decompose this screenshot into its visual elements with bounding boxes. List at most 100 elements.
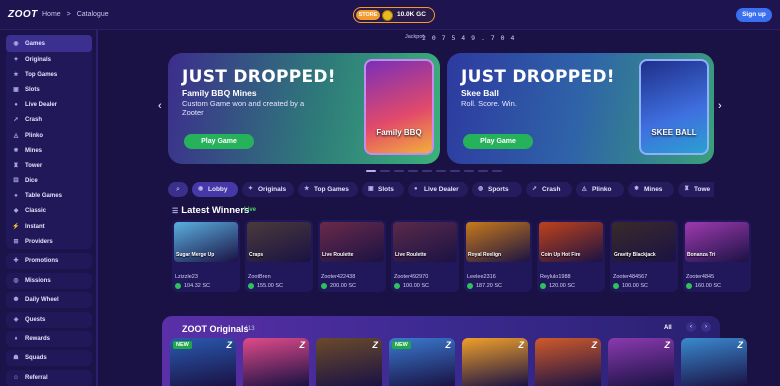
- banner-title: JUST DROPPED!: [461, 67, 615, 87]
- winner-card[interactable]: Craps ZootBren 155.00 SC: [245, 220, 313, 292]
- sign-up-button[interactable]: Sign up: [736, 8, 772, 22]
- sidebar-item-live-dealer[interactable]: ● Live Dealer: [6, 98, 92, 113]
- carousel-dot[interactable]: [394, 170, 404, 172]
- winner-card[interactable]: Royal Reelign Leelee2316 187.20 SC: [464, 220, 532, 292]
- tab-mines[interactable]: ✸ Mines: [628, 182, 674, 197]
- play-game-button[interactable]: Play Game: [184, 134, 254, 149]
- tab-top-games[interactable]: ★ Top Games: [298, 182, 358, 197]
- sidebar-item-rewards[interactable]: ♦ Rewards: [6, 331, 92, 347]
- winner-card[interactable]: Bonanza Tri Zooter4845 160.00 SC: [683, 220, 751, 292]
- sidebar-item-dice[interactable]: ⚄ Dice: [6, 174, 92, 189]
- sidebar-item-classic[interactable]: ◆ Classic: [6, 204, 92, 219]
- winner-game-name: Royal Reelign: [468, 252, 502, 258]
- store-button[interactable]: STORE: [356, 10, 380, 20]
- squad-icon: ☗: [13, 355, 19, 361]
- trophy-icon: ☰: [172, 208, 179, 215]
- tab-slots[interactable]: ▣ Slots: [362, 182, 404, 197]
- sidebar-item-label: Top Games: [25, 71, 58, 78]
- originals-all-link[interactable]: All: [664, 325, 672, 331]
- winner-card[interactable]: Sugar Merge Up Lzizzle23 104.32 SC: [172, 220, 240, 292]
- original-game-card[interactable]: Z: [535, 338, 601, 386]
- sidebar-item-tower[interactable]: ♜ Tower: [6, 158, 92, 173]
- sidebar-item-promotions[interactable]: ✚ Promotions: [6, 253, 92, 269]
- tower-icon: ♜: [13, 162, 19, 169]
- winner-username: Lzizzle23: [175, 274, 198, 280]
- jackpot-value: 2 0 7 5 4 9 . 7 0 4: [422, 34, 516, 42]
- tab-lobby[interactable]: ◉ Lobby: [192, 182, 238, 197]
- sidebar-item-plinko[interactable]: ◬ Plinko: [6, 128, 92, 143]
- winner-card[interactable]: Live Roulette Zooter422438 200.00 SC: [318, 220, 386, 292]
- sidebar-item-daily-wheel[interactable]: ✺ Daily Wheel: [6, 292, 92, 308]
- classic-icon: ◆: [13, 208, 19, 215]
- sidebar-item-label: Dice: [25, 178, 38, 185]
- zoot-icon: Z: [445, 340, 452, 350]
- promo-banner-family-bbq[interactable]: JUST DROPPED! Family BBQ Mines Custom Ga…: [168, 53, 440, 164]
- play-game-button[interactable]: Play Game: [463, 134, 533, 149]
- carousel-dot[interactable]: [492, 170, 502, 172]
- sidebar-item-slots[interactable]: ▣ Slots: [6, 82, 92, 97]
- carousel-dot[interactable]: [464, 170, 474, 172]
- winner-card[interactable]: Live Roulette Zooter492970 100.00 SC: [391, 220, 459, 292]
- carousel-dot[interactable]: [450, 170, 460, 172]
- tab-label: Originals: [258, 186, 287, 193]
- sidebar-item-crash[interactable]: ➚ Crash: [6, 113, 92, 128]
- winner-username: Leelee2316: [467, 274, 496, 280]
- carousel-dot[interactable]: [408, 170, 418, 172]
- carousel-dot[interactable]: [478, 170, 488, 172]
- tab-label: Sports: [488, 186, 509, 193]
- sweep-coin-icon: [613, 283, 619, 289]
- tab-label: Towe: [694, 186, 711, 193]
- originals-prev-button[interactable]: ‹: [686, 322, 696, 332]
- tab-live-dealer[interactable]: ● Live Dealer: [408, 182, 468, 197]
- zoot-icon: Z: [226, 340, 233, 350]
- zoot-icon: Z: [518, 340, 525, 350]
- sidebar-item-providers[interactable]: ⊞ Providers: [6, 234, 92, 249]
- sidebar-item-games[interactable]: ◉ Games: [6, 35, 92, 52]
- original-game-card[interactable]: Z: [462, 338, 528, 386]
- search-icon[interactable]: ⌕: [168, 182, 188, 197]
- carousel-dot[interactable]: [380, 170, 390, 172]
- original-game-card[interactable]: Z NEW: [170, 338, 236, 386]
- carousel-dot[interactable]: [422, 170, 432, 172]
- winner-amount: 100.00 SC: [403, 283, 429, 289]
- rocket-icon: ➚: [532, 186, 538, 192]
- tab-sports[interactable]: ◍ Sports: [472, 182, 522, 197]
- sidebar-item-squads[interactable]: ☗ Squads: [6, 350, 92, 366]
- original-game-card[interactable]: Z: [608, 338, 674, 386]
- sidebar-item-missions[interactable]: ◎ Missions: [6, 273, 92, 289]
- sidebar-item-top-games[interactable]: ★ Top Games: [6, 67, 92, 82]
- tab-tower[interactable]: ♜ Towe: [678, 182, 714, 197]
- mine-icon: ✸: [634, 186, 640, 192]
- star-icon: ★: [13, 71, 19, 78]
- originals-next-button[interactable]: ›: [701, 322, 711, 332]
- zoot-icon: Z: [372, 340, 379, 350]
- sidebar-item-referral[interactable]: ☺ Referral: [6, 370, 92, 386]
- gift-icon: ✚: [13, 258, 19, 264]
- carousel-dot[interactable]: [436, 170, 446, 172]
- site-logo[interactable]: ZOOT: [8, 9, 38, 20]
- original-game-card[interactable]: Z NEW: [389, 338, 455, 386]
- original-game-card[interactable]: Z: [243, 338, 309, 386]
- carousel-dot[interactable]: [366, 170, 376, 172]
- new-badge: NEW: [173, 341, 192, 349]
- carousel-next-button[interactable]: ›: [718, 100, 722, 112]
- original-game-card[interactable]: Z: [316, 338, 382, 386]
- original-game-card[interactable]: Z: [681, 338, 747, 386]
- sweep-coin-icon: [467, 283, 473, 289]
- sidebar-item-originals[interactable]: ✦ Originals: [6, 52, 92, 67]
- sidebar-item-quests[interactable]: ◈ Quests: [6, 312, 92, 328]
- winner-card[interactable]: Coin Up Hot Fire Reylulo1988 120.00 SC: [537, 220, 605, 292]
- tab-originals[interactable]: ✦ Originals: [242, 182, 294, 197]
- winner-card[interactable]: Gravity Blackjack Zooter484567 100.00 SC: [610, 220, 678, 292]
- sidebar-item-mines[interactable]: ✸ Mines: [6, 143, 92, 158]
- new-badge: NEW: [392, 341, 411, 349]
- winner-game-name: Coin Up Hot Fire: [541, 252, 581, 258]
- tab-crash[interactable]: ➚ Crash: [526, 182, 572, 197]
- sidebar-item-table-games[interactable]: ♠ Table Games: [6, 189, 92, 204]
- tab-plinko[interactable]: ◬ Plinko: [576, 182, 624, 197]
- sidebar-item-instant[interactable]: ⚡ Instant: [6, 219, 92, 234]
- promo-banner-skee-ball[interactable]: JUST DROPPED! Skee Ball Roll. Score. Win…: [447, 53, 714, 164]
- carousel-prev-button[interactable]: ‹: [158, 100, 162, 112]
- balance-pill[interactable]: STORE 10.0K GC: [353, 7, 435, 23]
- breadcrumb-home[interactable]: Home: [42, 11, 61, 18]
